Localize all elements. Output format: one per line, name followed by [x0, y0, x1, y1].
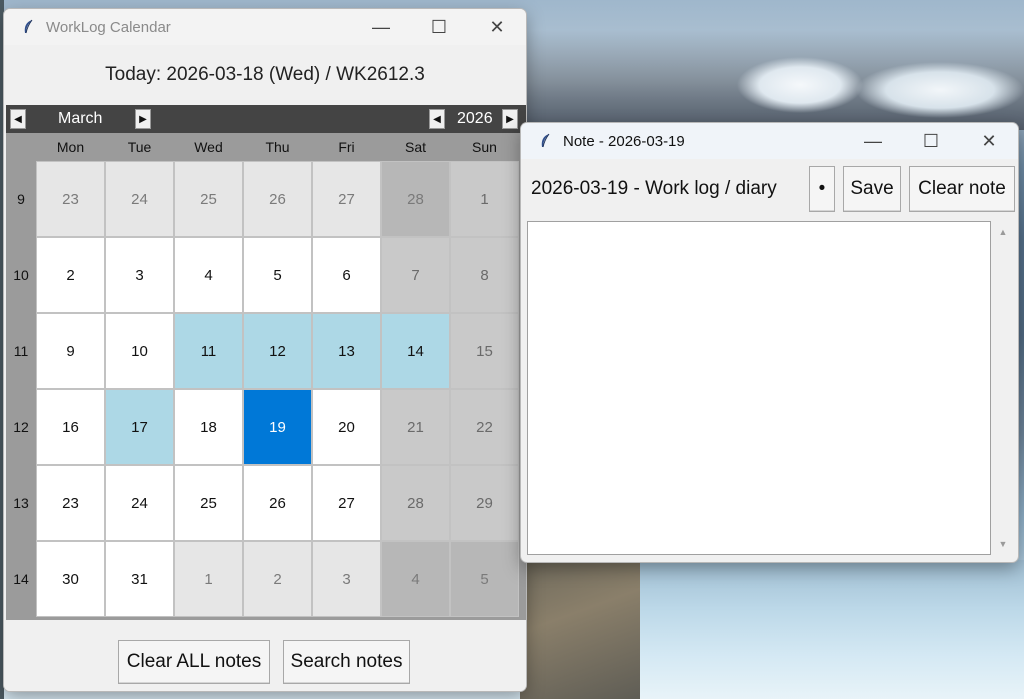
day-cell[interactable]: 17 [105, 389, 174, 465]
day-cell[interactable]: 4 [174, 237, 243, 313]
day-cell[interactable]: 9 [36, 313, 105, 389]
day-cell[interactable]: 26 [243, 161, 312, 237]
weekday-header: Tue [127, 139, 152, 155]
save-button[interactable]: Save [843, 166, 901, 212]
note-text-area[interactable] [527, 221, 991, 555]
day-cell[interactable]: 14 [381, 313, 450, 389]
weekday-header: Fri [338, 139, 355, 155]
desktop-wallpaper-mountains [520, 30, 1024, 130]
week-number: 9 [17, 191, 25, 207]
day-cell[interactable]: 22 [450, 389, 519, 465]
today-label: Today: 2026-03-18 (Wed) / WK2612.3 [4, 45, 526, 105]
week-number: 13 [13, 495, 29, 511]
maximize-icon[interactable]: ☐ [902, 123, 960, 159]
week-number: 14 [13, 571, 29, 587]
day-cell[interactable]: 27 [312, 465, 381, 541]
bottom-toolbar: Clear ALL notes Search notes [4, 620, 526, 691]
day-cell[interactable]: 11 [174, 313, 243, 389]
scroll-down-icon[interactable]: ▼ [993, 535, 1013, 553]
note-date-label: 2026-03-19 - Work log / diary [531, 178, 777, 199]
day-cell[interactable]: 15 [450, 313, 519, 389]
day-cell[interactable]: 28 [381, 465, 450, 541]
day-cell[interactable]: 5 [243, 237, 312, 313]
calendar-grid: Mon Tue Wed Thu Fri Sat Sun 9 23 24 25 26 27 28 1 10 2 3 4… [6, 133, 526, 620]
maximize-icon[interactable]: ☐ [410, 9, 468, 45]
titlebar[interactable]: WorkLog Calendar — ☐ ✕ [4, 9, 526, 45]
day-cell[interactable]: 23 [36, 161, 105, 237]
day-cell[interactable]: 29 [450, 465, 519, 541]
day-cell[interactable]: 2 [243, 541, 312, 617]
day-cell[interactable]: 23 [36, 465, 105, 541]
week-number: 11 [13, 343, 29, 359]
titlebar[interactable]: Note - 2026-03-19 — ☐ ✕ [521, 123, 1018, 159]
minimize-icon[interactable]: — [844, 123, 902, 159]
minimize-icon[interactable]: — [352, 9, 410, 45]
next-year-button[interactable]: ▶ [502, 109, 518, 129]
day-cell[interactable]: 4 [381, 541, 450, 617]
worklog-calendar-window: WorkLog Calendar — ☐ ✕ Today: 2026-03-18… [4, 9, 526, 691]
day-cell[interactable]: 1 [174, 541, 243, 617]
day-cell[interactable]: 24 [105, 465, 174, 541]
day-cell[interactable]: 20 [312, 389, 381, 465]
day-cell[interactable]: 18 [174, 389, 243, 465]
day-cell[interactable]: 25 [174, 161, 243, 237]
weekday-header: Thu [265, 139, 290, 155]
close-icon[interactable]: ✕ [960, 123, 1018, 159]
week-number: 12 [13, 419, 29, 435]
search-notes-button[interactable]: Search notes [283, 640, 410, 684]
prev-month-button[interactable]: ◀ [10, 109, 26, 129]
month-label: March [58, 110, 103, 127]
prev-year-button[interactable]: ◀ [429, 109, 445, 129]
day-cell[interactable]: 19 [243, 389, 312, 465]
day-cell[interactable]: 28 [381, 161, 450, 237]
window-title: WorkLog Calendar [46, 18, 171, 36]
note-window: Note - 2026-03-19 — ☐ ✕ 2026-03-19 - Wor… [521, 123, 1018, 562]
bullet-button[interactable]: • [809, 166, 835, 212]
clear-note-button[interactable]: Clear note [909, 166, 1015, 212]
day-cell[interactable]: 30 [36, 541, 105, 617]
day-cell[interactable]: 10 [105, 313, 174, 389]
clear-all-notes-button[interactable]: Clear ALL notes [118, 640, 270, 684]
feather-icon [24, 19, 33, 34]
weekday-header: Sat [404, 139, 426, 155]
day-cell[interactable]: 3 [312, 541, 381, 617]
weekday-header: Sun [472, 139, 497, 155]
day-cell[interactable]: 7 [381, 237, 450, 313]
day-cell[interactable]: 24 [105, 161, 174, 237]
day-cell[interactable]: 25 [174, 465, 243, 541]
year-label: 2026 [457, 110, 493, 127]
day-cell[interactable]: 31 [105, 541, 174, 617]
note-scrollbar[interactable]: ▲ ▼ [993, 221, 1013, 555]
calendar-navbar: ◀ March ▶ ◀ 2026 ▶ [6, 105, 526, 133]
day-cell[interactable]: 6 [312, 237, 381, 313]
calendar: ◀ March ▶ ◀ 2026 ▶ Mon Tue Wed Thu Fri Sat Sun… [6, 105, 526, 620]
close-icon[interactable]: ✕ [468, 9, 526, 45]
day-cell[interactable]: 5 [450, 541, 519, 617]
desktop-wallpaper-rock [520, 560, 640, 699]
day-cell[interactable]: 8 [450, 237, 519, 313]
day-cell[interactable]: 21 [381, 389, 450, 465]
day-cell[interactable]: 3 [105, 237, 174, 313]
day-cell[interactable]: 26 [243, 465, 312, 541]
weekday-header: Mon [56, 139, 85, 155]
day-cell[interactable]: 16 [36, 389, 105, 465]
day-cell[interactable]: 13 [312, 313, 381, 389]
next-month-button[interactable]: ▶ [135, 109, 151, 129]
weekday-header: Wed [194, 139, 223, 155]
week-number: 10 [13, 267, 29, 283]
day-cell[interactable]: 27 [312, 161, 381, 237]
window-title: Note - 2026-03-19 [563, 132, 685, 150]
feather-icon [541, 133, 550, 148]
day-cell[interactable]: 12 [243, 313, 312, 389]
day-cell[interactable]: 2 [36, 237, 105, 313]
day-cell[interactable]: 1 [450, 161, 519, 237]
scroll-up-icon[interactable]: ▲ [993, 223, 1013, 241]
note-toolbar: 2026-03-19 - Work log / diary • Save Cle… [521, 159, 1018, 219]
